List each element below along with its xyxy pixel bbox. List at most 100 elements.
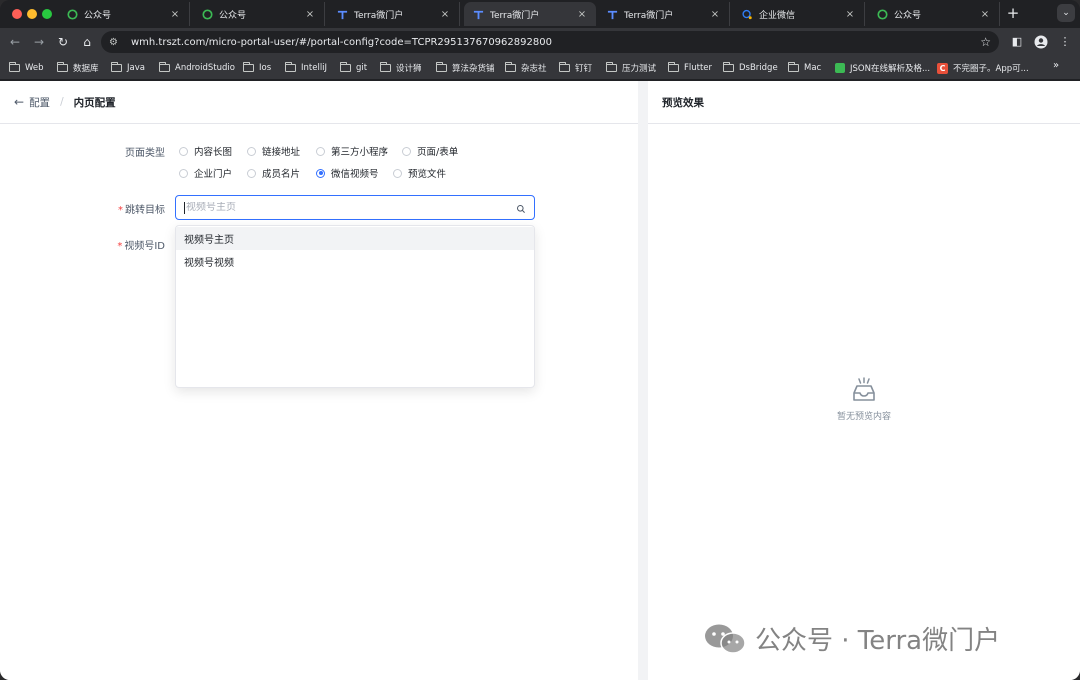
radio-wechat-channels[interactable]: 微信视频号 — [316, 166, 379, 180]
browser-tab-4-active[interactable]: Terra微门户 × — [464, 2, 596, 26]
browser-tab-6[interactable]: 企业微信 × — [733, 2, 865, 26]
forward-arrow-icon[interactable]: → — [30, 33, 48, 51]
tab-search-chevron-icon[interactable]: ⌄ — [1057, 4, 1075, 22]
radio-circle-checked[interactable] — [316, 168, 325, 178]
folder-icon — [435, 62, 447, 72]
profile-avatar-icon[interactable] — [1032, 33, 1050, 51]
breadcrumb: ← 配置 / 内页配置 — [0, 81, 638, 124]
address-bar[interactable]: ⚙ wmh.trszt.com/micro-portal-user/#/port… — [101, 31, 999, 53]
page-content: ← 配置 / 内页配置 页面类型 内容长图 链接地址 第三方小程序 页面/表单 … — [0, 81, 1080, 680]
folder-icon — [158, 62, 170, 72]
empty-state: 暂无预览内容 — [648, 377, 1080, 422]
preview-panel: 预览效果 暂无预览内容 — [648, 81, 1080, 680]
breadcrumb-parent[interactable]: 配置 — [29, 95, 50, 110]
close-tab-icon[interactable]: × — [576, 9, 588, 20]
browser-menu-icon[interactable]: ⋮ — [1056, 33, 1074, 51]
radio-enterprise-portal[interactable]: 企业门户 — [179, 166, 232, 180]
close-tab-icon[interactable]: × — [304, 9, 316, 20]
radio-circle[interactable] — [179, 146, 188, 156]
jump-target-label: * 跳转目标 — [118, 205, 165, 216]
radio-member-card[interactable]: 成员名片 — [247, 166, 300, 180]
folder-icon — [667, 62, 679, 72]
required-mark: * — [118, 205, 123, 216]
bookmark-item[interactable]: Flutter — [667, 60, 712, 76]
close-tab-icon[interactable]: × — [979, 9, 991, 20]
radio-circle[interactable] — [393, 168, 402, 178]
zoom-window-button[interactable] — [42, 9, 52, 19]
more-bookmarks-icon[interactable]: » — [1053, 60, 1059, 71]
browser-toolbar: ← → ↻ ⌂ ⚙ wmh.trszt.com/micro-portal-use… — [0, 28, 1080, 56]
reload-icon[interactable]: ↻ — [54, 33, 72, 51]
brand-logo-icon — [12, 650, 46, 668]
browser-tab-5[interactable]: Terra微门户 × — [598, 2, 730, 26]
close-window-button[interactable] — [12, 9, 22, 19]
back-arrow-icon[interactable]: ← — [6, 33, 24, 51]
new-tab-button[interactable]: + — [1005, 4, 1021, 22]
bookmark-item[interactable]: 压力测试 — [605, 60, 656, 76]
back-button[interactable]: ← 配置 — [14, 95, 50, 110]
home-icon[interactable]: ⌂ — [78, 33, 96, 51]
folder-icon — [558, 62, 570, 72]
browser-tab-2[interactable]: 公众号 × — [193, 2, 325, 26]
bookmark-item[interactable]: Web — [8, 60, 44, 76]
radio-preview-file[interactable]: 预览文件 — [393, 166, 446, 180]
dropdown-option-channel-video[interactable]: 视频号视频 — [176, 250, 534, 273]
empty-state-text: 暂无预览内容 — [836, 412, 891, 422]
close-tab-icon[interactable]: × — [709, 9, 721, 20]
radio-page-form[interactable]: 页面/表单 — [402, 144, 458, 158]
bookmark-item[interactable]: Mac — [787, 60, 821, 76]
browser-tab-3[interactable]: Terra微门户 × — [328, 2, 460, 26]
jump-target-input[interactable] — [186, 202, 516, 213]
close-tab-icon[interactable]: × — [844, 9, 856, 20]
folder-icon — [787, 62, 799, 72]
bookmark-item[interactable]: DsBridge — [722, 60, 778, 76]
radio-circle[interactable] — [179, 168, 188, 178]
minimize-window-button[interactable] — [27, 9, 37, 19]
bookmark-item[interactable]: Ios — [242, 60, 271, 76]
radio-circle[interactable] — [247, 168, 256, 178]
bookmark-item[interactable]: AndroidStudio — [158, 60, 235, 76]
tab-title: Terra微门户 — [490, 10, 540, 21]
jump-target-select[interactable] — [175, 195, 535, 220]
radio-link-url[interactable]: 链接地址 — [247, 144, 300, 158]
radio-circle[interactable] — [402, 146, 411, 156]
site-info-icon[interactable]: ⚙ — [109, 37, 123, 48]
bookmark-star-icon[interactable]: ☆ — [980, 35, 991, 49]
folder-icon — [605, 62, 617, 72]
radio-circle[interactable] — [247, 146, 256, 156]
tab-title: 企业微信 — [759, 10, 796, 21]
folder-icon — [504, 62, 516, 72]
bookmark-item[interactable]: Java — [110, 60, 145, 76]
radio-long-image[interactable]: 内容长图 — [179, 144, 232, 158]
browser-tab-7[interactable]: 公众号 × — [868, 2, 1000, 26]
preview-title: 预览效果 — [648, 81, 1080, 124]
required-mark: * — [117, 241, 123, 252]
terra-icon — [606, 8, 618, 20]
folder-icon — [8, 62, 20, 72]
bookmark-item[interactable]: 算法杂货铺 — [435, 60, 495, 76]
bookmark-item[interactable]: C 不完圈子。App可... — [937, 60, 1029, 76]
folder-icon — [284, 62, 296, 72]
side-panel-icon[interactable]: ◧ — [1008, 33, 1026, 51]
url-text[interactable]: wmh.trszt.com/micro-portal-user/#/portal… — [131, 37, 980, 48]
tab-title: Terra微门户 — [354, 10, 404, 21]
folder-icon — [339, 62, 351, 72]
bookmark-item[interactable]: IntelliJ — [284, 60, 327, 76]
watermark-brand: 大数跨境 — [10, 646, 138, 675]
folder-icon — [379, 62, 391, 72]
folder-icon — [110, 62, 122, 72]
radio-mini-program[interactable]: 第三方小程序 — [316, 144, 388, 158]
folder-icon — [722, 62, 734, 72]
bookmark-item[interactable]: 数据库 — [56, 60, 99, 76]
bookmark-item[interactable]: 钉钉 — [558, 60, 592, 76]
close-tab-icon[interactable]: × — [169, 9, 181, 20]
close-tab-icon[interactable]: × — [439, 9, 451, 20]
bookmark-item[interactable]: 设计狮 — [379, 60, 422, 76]
terra-icon — [472, 8, 484, 20]
browser-tab-1[interactable]: 公众号 × — [58, 2, 190, 26]
bookmark-item[interactable]: 杂志社 — [504, 60, 547, 76]
dropdown-option-channel-home[interactable]: 视频号主页 — [176, 227, 534, 250]
radio-circle[interactable] — [316, 146, 325, 156]
bookmark-item[interactable]: JSON在线解析及格... — [835, 60, 930, 76]
bookmark-item[interactable]: git — [339, 60, 367, 76]
